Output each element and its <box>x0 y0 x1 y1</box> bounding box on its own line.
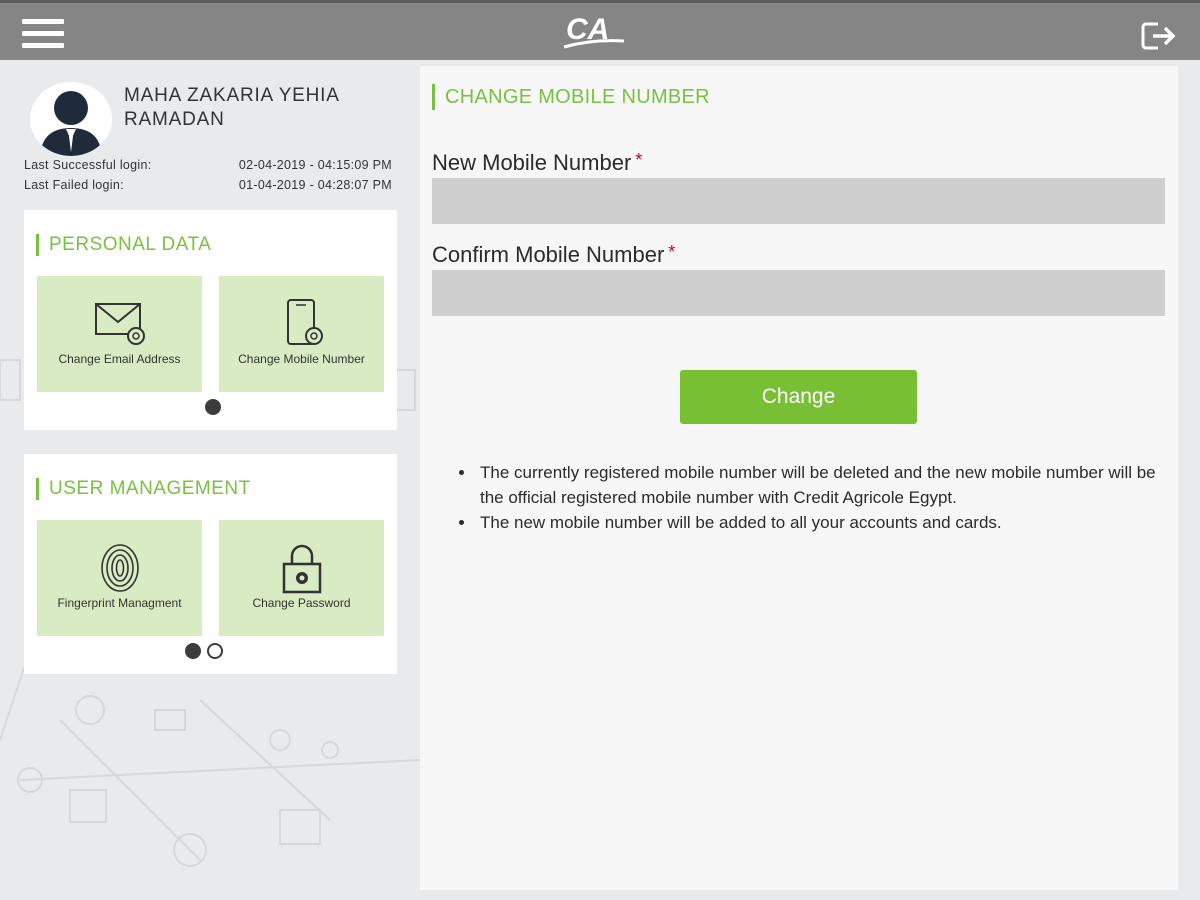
last-failed-login-value: 01-04-2019 - 04:28:07 PM <box>238 178 392 192</box>
last-successful-login-value: 02-04-2019 - 04:15:09 PM <box>238 158 392 172</box>
envelope-gear-icon <box>94 303 145 345</box>
page-title: CHANGE MOBILE NUMBER <box>432 84 710 110</box>
notes-list: The currently registered mobile number w… <box>456 460 1166 535</box>
new-mobile-label-text: New Mobile Number <box>432 150 632 175</box>
lock-gear-icon <box>282 544 321 594</box>
last-failed-login-label: Last Failed login: <box>24 178 124 192</box>
avatar <box>30 82 112 156</box>
hamburger-menu-icon[interactable] <box>22 19 64 51</box>
change-password-tile[interactable]: Change Password <box>219 520 384 636</box>
personal-data-card: PERSONAL DATA Change Email Address Chang… <box>24 210 397 430</box>
top-bar: CA <box>0 0 1200 60</box>
change-password-label: Change Password <box>252 596 351 610</box>
credit-agricole-logo: CA <box>563 13 625 49</box>
note-item: The currently registered mobile number w… <box>476 460 1166 510</box>
user-management-pager <box>184 642 224 660</box>
confirm-mobile-label: Confirm Mobile Number * <box>432 242 675 268</box>
confirm-mobile-input[interactable] <box>432 270 1165 316</box>
required-marker: * <box>668 242 676 262</box>
user-management-card: USER MANAGEMENT Fingerprint Managment Ch… <box>24 454 397 674</box>
logout-icon[interactable] <box>1140 19 1178 53</box>
pager-dot-inactive[interactable] <box>207 642 224 659</box>
phone-gear-icon <box>286 299 323 345</box>
new-mobile-input[interactable] <box>432 178 1165 224</box>
fingerprint-management-tile[interactable]: Fingerprint Managment <box>37 520 202 636</box>
change-mobile-label: Change Mobile Number <box>238 352 365 366</box>
pager-dot-active[interactable] <box>185 642 201 659</box>
change-mobile-panel: CHANGE MOBILE NUMBER New Mobile Number * … <box>420 66 1178 890</box>
pager-dot-active[interactable] <box>205 398 221 415</box>
change-email-label: Change Email Address <box>58 352 181 366</box>
change-mobile-tile[interactable]: Change Mobile Number <box>219 276 384 392</box>
fingerprint-management-label: Fingerprint Managment <box>57 596 182 610</box>
change-email-tile[interactable]: Change Email Address <box>37 276 202 392</box>
personal-data-pager <box>204 398 222 416</box>
change-button[interactable]: Change <box>680 370 917 424</box>
user-profile: MAHA ZAKARIA YEHIA RAMADAN Last Successf… <box>24 80 398 200</box>
user-avatar-icon <box>40 91 102 156</box>
personal-data-title: PERSONAL DATA <box>36 234 211 256</box>
fingerprint-icon <box>100 544 139 592</box>
last-successful-login-label: Last Successful login: <box>24 158 152 172</box>
user-management-title: USER MANAGEMENT <box>36 478 251 500</box>
confirm-mobile-label-text: Confirm Mobile Number <box>432 242 665 267</box>
user-name: MAHA ZAKARIA YEHIA RAMADAN <box>124 85 339 130</box>
new-mobile-label: New Mobile Number * <box>432 150 642 176</box>
note-item: The new mobile number will be added to a… <box>476 510 1166 535</box>
required-marker: * <box>635 150 643 170</box>
